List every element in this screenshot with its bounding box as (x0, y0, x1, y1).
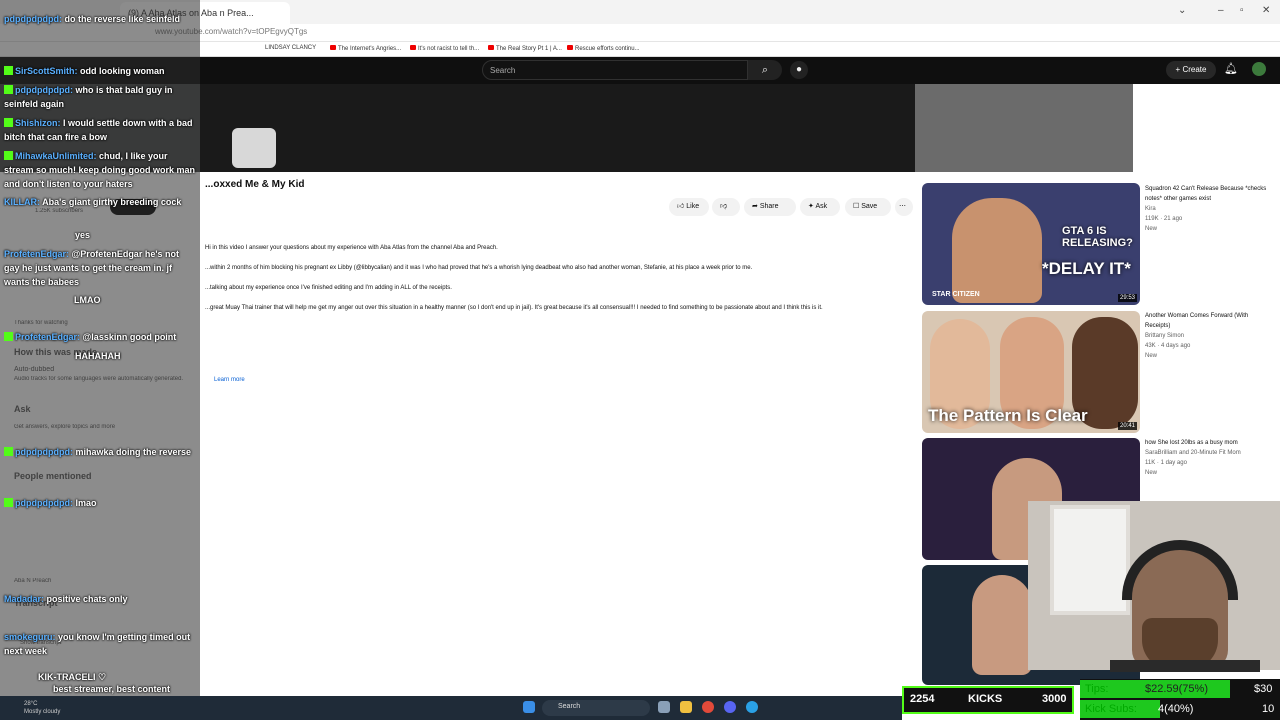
person-name: Aba N Preach (14, 578, 52, 584)
tips-value: $22.59(75%) (1145, 683, 1208, 695)
discord-icon[interactable] (724, 701, 736, 713)
save-button[interactable]: ☐ Save (845, 198, 891, 216)
bell-icon[interactable]: 🔔︎ (1224, 62, 1238, 75)
people-mentioned-heading: People mentioned (14, 471, 92, 481)
taskbar-search[interactable]: Search (542, 700, 650, 716)
tips-label: Tips: (1085, 683, 1109, 695)
search-icon[interactable]: ⌕ (748, 60, 782, 80)
chat-message: Shishizon: I would settle down with a ba… (4, 118, 193, 142)
ask-sub: Get answers, explore topics and more (14, 424, 116, 430)
thanks-text: Thanks for watching (14, 320, 68, 326)
chat-message: pdpdpdpdpd: mihawka doing the reverse (4, 445, 196, 459)
related-title[interactable]: Squadron 42 Can't Release Because *check… (1145, 184, 1273, 204)
taskbar (0, 696, 902, 720)
chrome-icon[interactable] (702, 701, 714, 713)
video-duration: 20:41 (1117, 422, 1137, 430)
kicks-count: 2254 (910, 693, 935, 705)
description-line: ...talking about my experience once I've… (205, 285, 452, 291)
thumbnail-text: STAR CITIZEN (932, 291, 980, 298)
more-icon[interactable]: ⋯ (895, 198, 913, 216)
related-info[interactable]: Another Woman Comes Forward (With Receip… (1145, 311, 1273, 361)
windows-start-icon[interactable] (523, 701, 535, 713)
like-button[interactable]: 👍︎ Like (669, 198, 709, 216)
bookmark-item[interactable]: The Real Story Pt 1 | A... (488, 45, 562, 52)
weather-widget[interactable]: 28°C Mostly cloudy (24, 700, 60, 716)
thumbnail-text: The Pattern Is Clear (928, 406, 1088, 425)
dislike-button[interactable]: 👎︎ (712, 198, 740, 216)
thumbnail-person (952, 198, 1042, 303)
chat-message: pdpdpdpdpd: lmao (4, 496, 196, 510)
new-badge: New (1145, 353, 1158, 359)
related-info[interactable]: Squadron 42 Can't Release Because *check… (1145, 184, 1273, 234)
chevron-down-icon[interactable]: ⌄ (1178, 5, 1186, 16)
related-channel[interactable]: SaraBrilliam and 20-Minute Fit Mom (1145, 448, 1273, 458)
share-button[interactable]: ➦ Share (744, 198, 796, 216)
webcam-window (1050, 505, 1130, 615)
task-view-icon[interactable] (658, 701, 670, 713)
chat-message: LMAO (74, 295, 101, 305)
chat-message: KILLAR: Aba's giant girthy breeding cock (4, 197, 182, 207)
description-line: ...within 2 months of him blocking his p… (205, 265, 753, 271)
description-line: Hi in this video I answer your questions… (205, 245, 498, 251)
related-meta: 119K · 21 ago (1145, 216, 1183, 222)
description-line: ...great Muay Thai trainer that will hel… (205, 305, 823, 311)
kicks-label: KICKS (968, 693, 1003, 705)
related-title[interactable]: how She lost 20lbs as a busy mom (1145, 438, 1273, 448)
new-badge: New (1145, 226, 1158, 232)
kicks-goal: 3000 (1042, 693, 1067, 705)
app-icon[interactable] (746, 701, 758, 713)
thumbnail-text: GTA 6 IS RELEASING? (1062, 225, 1133, 249)
mic-icon[interactable]: ● (790, 61, 808, 79)
bookmark-item[interactable]: It's not racist to tell th... (410, 45, 479, 52)
related-title[interactable]: Another Woman Comes Forward (With Receip… (1145, 311, 1273, 331)
chat-message: best streamer, best content (53, 684, 171, 694)
chat-message: pdpdpdpdpd: who is that bald guy in sein… (4, 85, 173, 109)
ask-heading: Ask (14, 404, 31, 414)
new-badge: New (1145, 470, 1158, 476)
learn-more-link[interactable]: Learn more (214, 377, 245, 383)
bookmark-item[interactable]: Rescue efforts continu... (567, 45, 640, 52)
bookmark-item[interactable]: The Internet's Angries... (330, 45, 401, 52)
folder-icon[interactable] (680, 701, 692, 713)
video-duration: 29:53 (1117, 294, 1137, 302)
subs-value: 4(40%) (1158, 703, 1194, 715)
subs-goal: 10 (1262, 703, 1275, 715)
video-description: Hi in this video I answer your questions… (205, 238, 905, 318)
ask-button[interactable]: ✦ Ask (800, 198, 840, 216)
close-icon[interactable]: ✕ (1262, 5, 1270, 16)
related-channel[interactable]: Kira (1145, 204, 1273, 214)
related-info[interactable]: how She lost 20lbs as a busy mom SaraBri… (1145, 438, 1273, 478)
auto-note: Audio tracks for some languages were aut… (14, 376, 184, 382)
related-channel[interactable]: Brittany Simon (1145, 331, 1273, 341)
chat-message: pdpdpdpdpd: do the reverse like seinfeld (4, 14, 181, 24)
related-thumbnail[interactable]: The Pattern Is Clear 20:41 (922, 311, 1140, 433)
video-title: ...oxxed Me & My Kid (205, 179, 305, 190)
streamer-shirt (1110, 660, 1260, 672)
chat-message: smokeguru: you know I'm getting timed ou… (4, 632, 191, 656)
chat-message: MihawkaUnlimited: chud, I like your stre… (4, 151, 196, 189)
auto-dubbed-label: Auto-dubbed (14, 366, 55, 373)
create-button[interactable]: + Create (1166, 61, 1216, 79)
tips-goal: $30 (1254, 683, 1273, 695)
search-input[interactable]: Search (482, 60, 748, 80)
chat-message: ProfetenEdgar: @lasskinn good point (4, 330, 196, 344)
chat-message: HAHAHAH (75, 351, 121, 361)
related-meta: 43K · 4 days ago (1145, 343, 1191, 349)
chat-message: SirScottSmith: odd looking woman (4, 64, 196, 78)
video-scene-right (915, 84, 1133, 172)
minimize-icon[interactable]: – (1218, 5, 1224, 16)
thumbnail-text: *DELAY IT* (1042, 259, 1131, 278)
chat-message: yes (75, 230, 91, 240)
related-meta: 11K · 1 day ago (1145, 460, 1187, 466)
thumbnail-person (972, 575, 1032, 675)
chat-message: Madadar: positive chats only (4, 594, 128, 604)
chat-message: ProfetenEdgar: @ProfetenEdgar he's not g… (4, 249, 179, 287)
subs-label: Kick Subs: (1085, 703, 1137, 715)
maximize-icon[interactable]: ▫ (1240, 5, 1244, 16)
avatar[interactable] (1252, 62, 1266, 76)
video-bottle (232, 128, 276, 168)
bookmark-item[interactable]: LINDSAY CLANCY (265, 45, 316, 51)
related-thumbnail[interactable]: GTA 6 IS RELEASING? *DELAY IT* STAR CITI… (922, 183, 1140, 305)
